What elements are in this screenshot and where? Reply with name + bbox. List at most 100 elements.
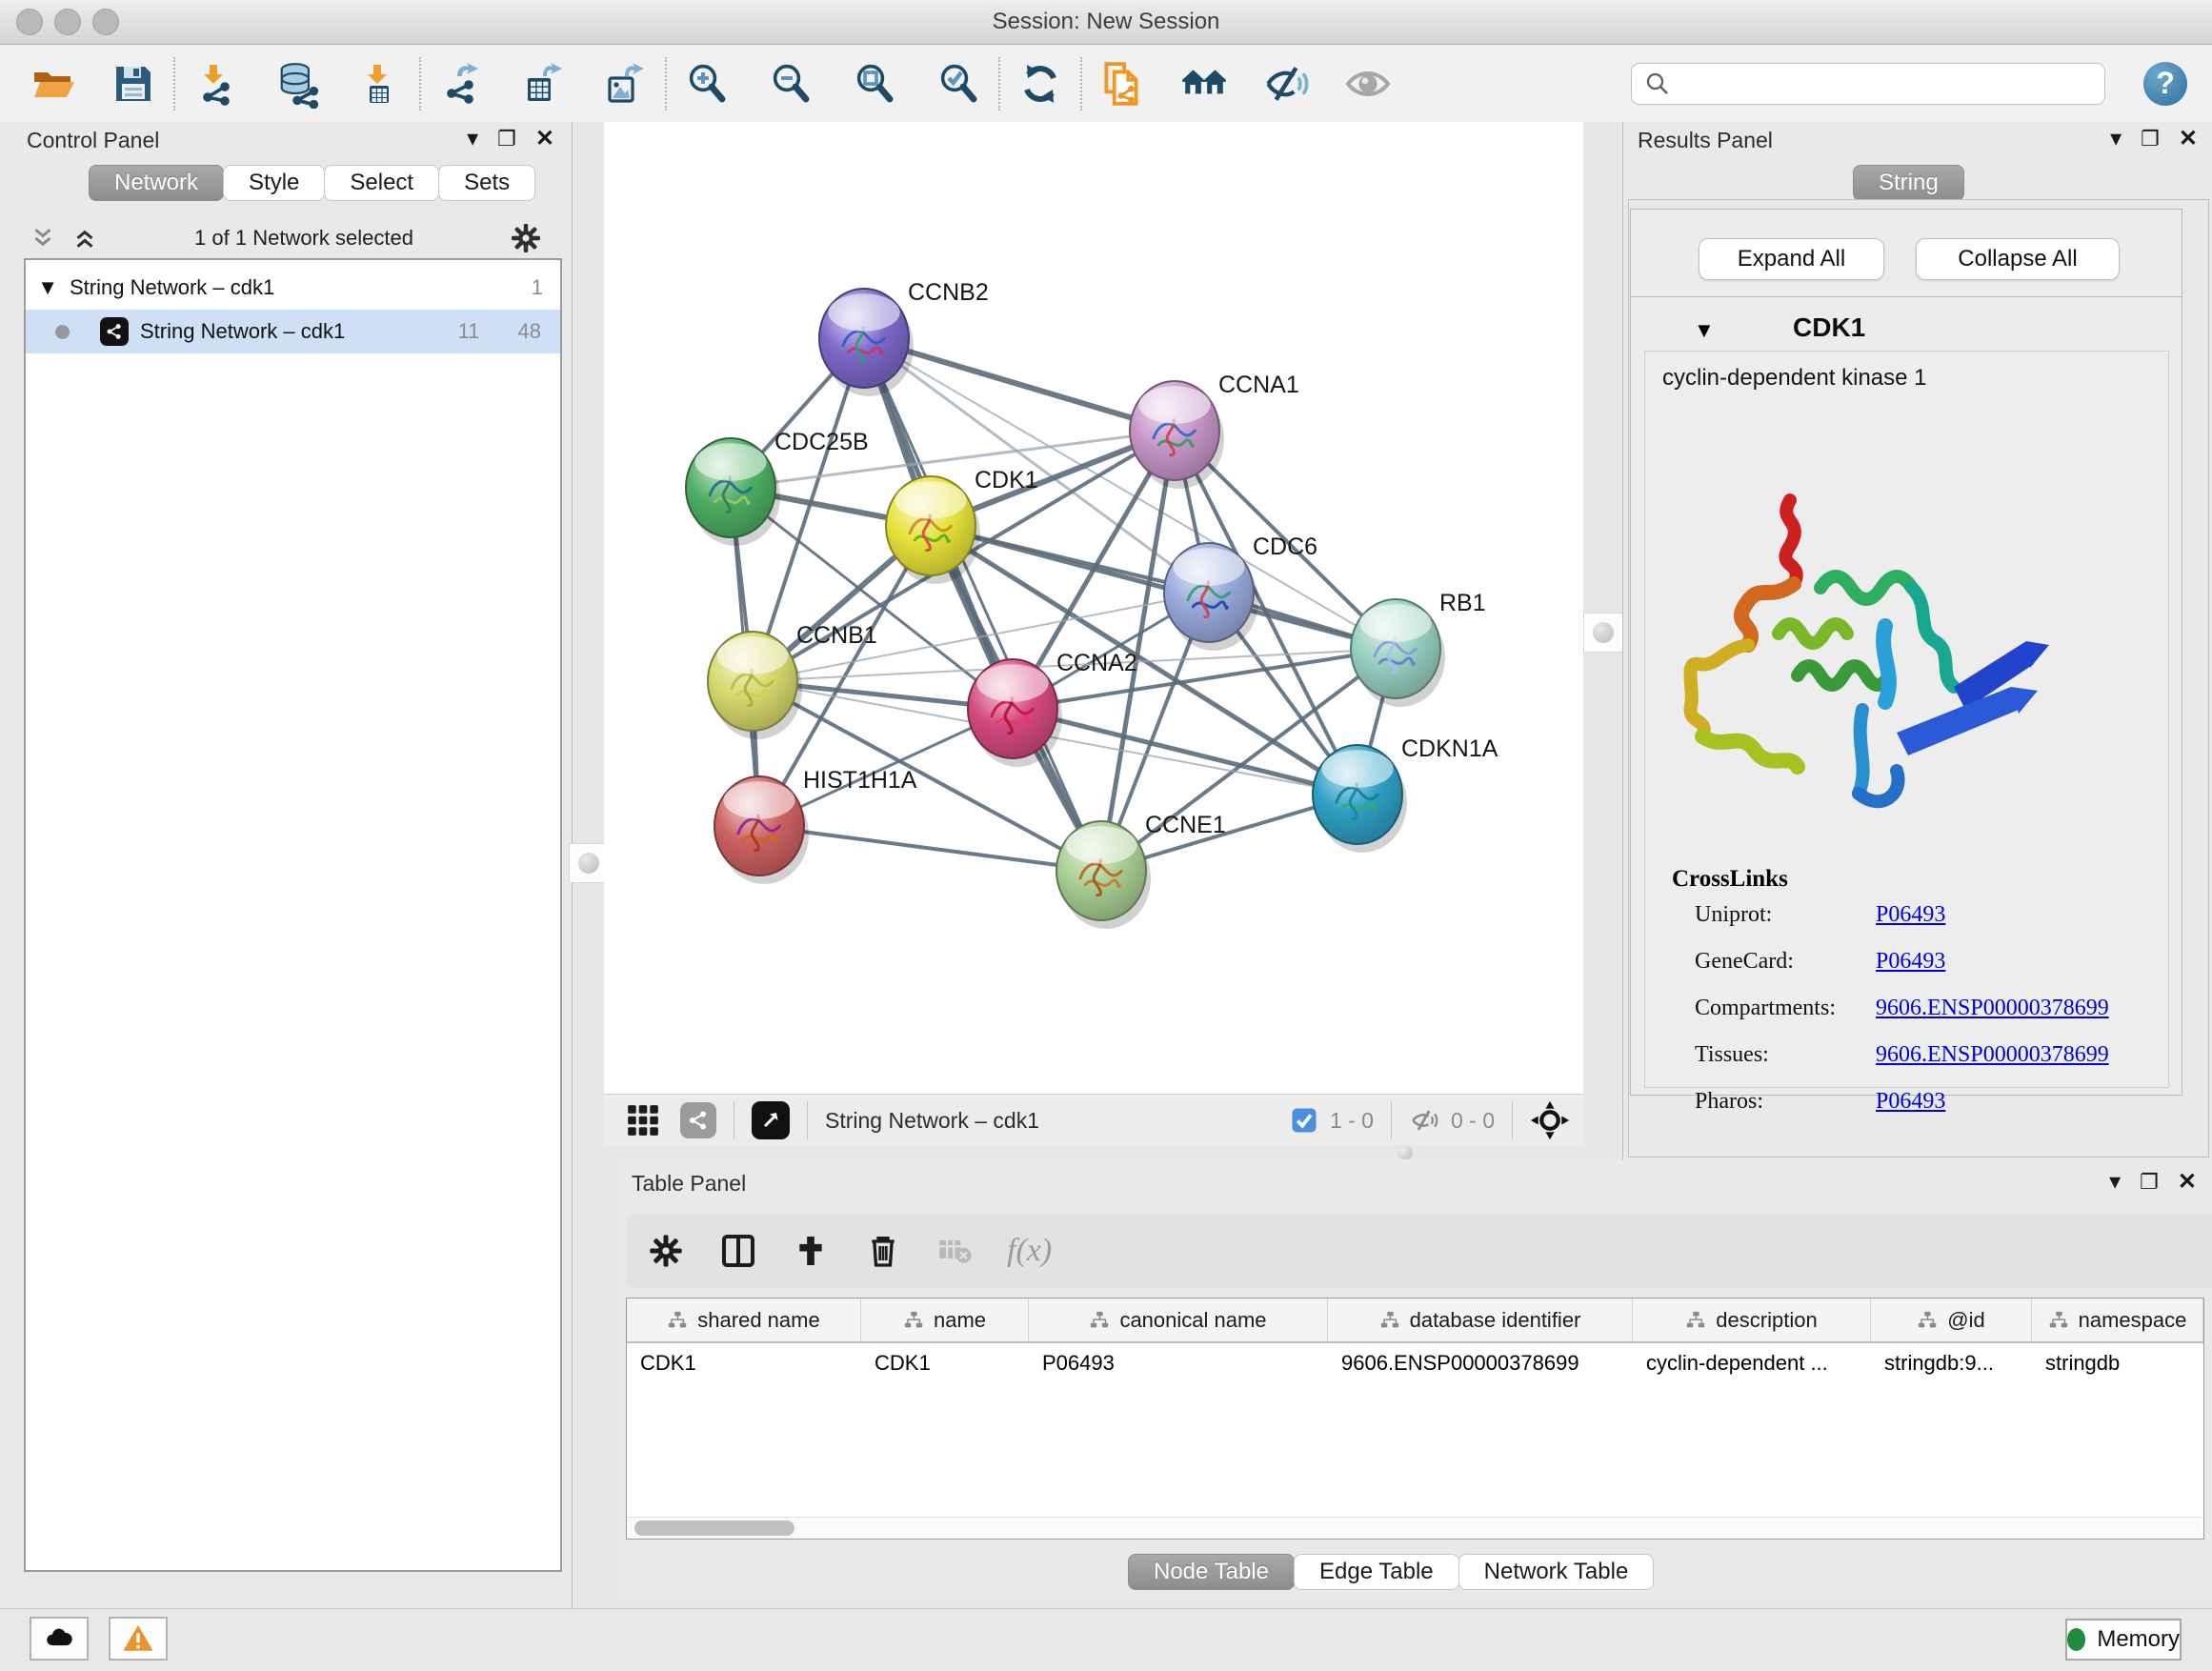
collapse-all-button[interactable]: Collapse All	[1916, 238, 2120, 280]
create-column-icon[interactable]	[792, 1232, 830, 1270]
table-cell[interactable]: stringdb:9...	[1871, 1343, 2032, 1383]
network-node-CDC6[interactable]: CDC6	[1164, 534, 1317, 651]
table-cell[interactable]: cyclin-dependent ...	[1633, 1343, 1871, 1383]
network-edge[interactable]	[759, 826, 1101, 871]
network-node-label: CCNA1	[1218, 372, 1299, 398]
network-row[interactable]: String Network – cdk1 11 48	[26, 310, 560, 353]
table-cell[interactable]: 9606.ENSP00000378699	[1328, 1343, 1633, 1383]
zoom-selected-icon[interactable]	[934, 59, 983, 109]
left-splitter[interactable]	[573, 122, 604, 1608]
right-splitter[interactable]	[1583, 122, 1622, 1159]
network-node-CDKN1A[interactable]: CDKN1A	[1313, 735, 1498, 853]
network-node-CCNB1[interactable]: CCNB1	[708, 622, 877, 739]
column-header-shared-name[interactable]: shared name	[627, 1299, 861, 1341]
collapse-all-icon[interactable]	[29, 224, 57, 252]
crosslink-link[interactable]: 9606.ENSP00000378699	[1876, 1042, 2109, 1068]
tree-expander-icon[interactable]: ▼	[26, 275, 58, 300]
column-header-description[interactable]: description	[1633, 1299, 1871, 1341]
network-collection-row[interactable]: ▼ String Network – cdk1 1	[26, 260, 560, 310]
pan-crosshair-icon[interactable]	[1530, 1100, 1570, 1140]
expand-all-icon[interactable]	[70, 224, 99, 252]
table-options-gear-icon[interactable]	[647, 1232, 685, 1270]
import-network-from-file-icon[interactable]	[191, 59, 240, 109]
import-network-from-database-icon[interactable]	[272, 59, 322, 109]
results-panel-collapse-icon[interactable]: ▾	[2110, 128, 2122, 151]
network-node-HIST1H1A[interactable]: HIST1H1A	[714, 767, 917, 884]
open-session-icon[interactable]	[29, 59, 78, 109]
help-button[interactable]: ?	[2143, 62, 2187, 106]
crosslink-link[interactable]: 9606.ENSP00000378699	[1876, 996, 2109, 1021]
table-hscrollbar[interactable]	[627, 1517, 2202, 1539]
import-table-from-file-icon[interactable]	[354, 59, 404, 109]
memory-button[interactable]: Memory	[2065, 1619, 2182, 1661]
table-panel-float-icon[interactable]: ❐	[2140, 1172, 2159, 1193]
expand-all-button[interactable]: Expand All	[1699, 238, 1884, 280]
detach-view-icon[interactable]	[752, 1101, 790, 1139]
table-cell[interactable]: stringdb	[2032, 1343, 2203, 1383]
birdseye-grid-icon[interactable]	[625, 1102, 661, 1138]
show-hidden-icon[interactable]	[1343, 59, 1393, 109]
zoom-fit-content-icon[interactable]	[850, 59, 899, 109]
tab-network[interactable]: Network	[89, 165, 224, 201]
tab-string[interactable]: String	[1853, 165, 1964, 201]
refresh-view-icon[interactable]	[1016, 59, 1065, 109]
delete-columns-icon[interactable]	[864, 1232, 902, 1270]
cloud-button[interactable]	[30, 1617, 89, 1661]
results-panel-close-icon[interactable]: ✕	[2179, 128, 2198, 151]
crosslink-link[interactable]: P06493	[1876, 1089, 1945, 1115]
right-splitter-handle[interactable]	[1583, 613, 1623, 653]
clone-network-icon[interactable]	[1097, 59, 1147, 109]
left-splitter-handle[interactable]	[569, 843, 609, 883]
column-header--id[interactable]: @id	[1871, 1299, 2032, 1341]
column-header-namespace[interactable]: namespace	[2032, 1299, 2203, 1341]
table-cell[interactable]: CDK1	[861, 1343, 1029, 1383]
export-table-icon[interactable]	[518, 59, 568, 109]
control-panel-float-icon[interactable]: ❐	[497, 129, 516, 150]
network-type-badge-icon[interactable]	[680, 1102, 716, 1138]
horizontal-splitter-handle[interactable]	[1398, 1146, 1413, 1159]
export-network-icon[interactable]	[436, 59, 486, 109]
results-panel-float-icon[interactable]: ❐	[2141, 129, 2160, 150]
table-row[interactable]: CDK1CDK1P064939606.ENSP00000378699cyclin…	[627, 1343, 2203, 1383]
table-panel-collapse-icon[interactable]: ▾	[2109, 1171, 2121, 1194]
save-session-icon[interactable]	[109, 59, 158, 109]
network-edge[interactable]	[931, 526, 1396, 649]
search-input[interactable]	[1672, 70, 2104, 97]
tab-network-table[interactable]: Network Table	[1458, 1554, 1655, 1590]
tab-node-table[interactable]: Node Table	[1128, 1554, 1295, 1590]
network-options-gear-icon[interactable]	[509, 221, 543, 255]
table-cell[interactable]: CDK1	[627, 1343, 861, 1383]
show-all-networks-icon[interactable]	[1179, 59, 1229, 109]
hide-selected-icon[interactable]	[1261, 59, 1311, 109]
zoom-in-icon[interactable]	[682, 59, 732, 109]
table-cell[interactable]: P06493	[1029, 1343, 1328, 1383]
warning-icon	[122, 1622, 154, 1655]
selected-checkbox-icon[interactable]	[1290, 1106, 1318, 1135]
network-canvas[interactable]: CCNB2CCNA1CDC25BCDK1CDC6RB1CCNB1CCNA2CDK…	[604, 122, 1583, 1094]
control-panel-collapse-icon[interactable]: ▾	[467, 128, 478, 151]
column-header-database-identifier[interactable]: database identifier	[1328, 1299, 1633, 1341]
tab-style[interactable]: Style	[223, 165, 325, 201]
network-node-CCNE1[interactable]: CCNE1	[1056, 812, 1226, 929]
network-node-RB1[interactable]: RB1	[1351, 590, 1486, 707]
table-hscrollbar-thumb[interactable]	[634, 1520, 794, 1536]
control-panel-close-icon[interactable]: ✕	[535, 128, 554, 151]
warnings-button[interactable]	[109, 1617, 168, 1661]
column-header-label: @id	[1947, 1308, 1984, 1333]
show-columns-icon[interactable]	[719, 1232, 757, 1270]
column-header-canonical-name[interactable]: canonical name	[1029, 1299, 1328, 1341]
network-node-CCNB2[interactable]: CCNB2	[819, 279, 989, 396]
crosslink-link[interactable]: P06493	[1876, 902, 1945, 928]
export-image-icon[interactable]	[600, 59, 650, 109]
tab-select[interactable]: Select	[324, 165, 439, 201]
table-panel-close-icon[interactable]: ✕	[2178, 1171, 2197, 1194]
crosslink-row: GeneCard:P06493	[1695, 949, 2152, 975]
zoom-out-icon[interactable]	[766, 59, 815, 109]
column-header-name[interactable]: name	[861, 1299, 1029, 1341]
hidden-eye-icon[interactable]	[1409, 1104, 1441, 1137]
tab-sets[interactable]: Sets	[438, 165, 535, 201]
network-node-CDC25B[interactable]: CDC25B	[686, 429, 869, 546]
crosslink-link[interactable]: P06493	[1876, 949, 1945, 975]
tab-edge-table[interactable]: Edge Table	[1294, 1554, 1459, 1590]
entry-expander-icon[interactable]: ▼	[1694, 318, 1715, 343]
